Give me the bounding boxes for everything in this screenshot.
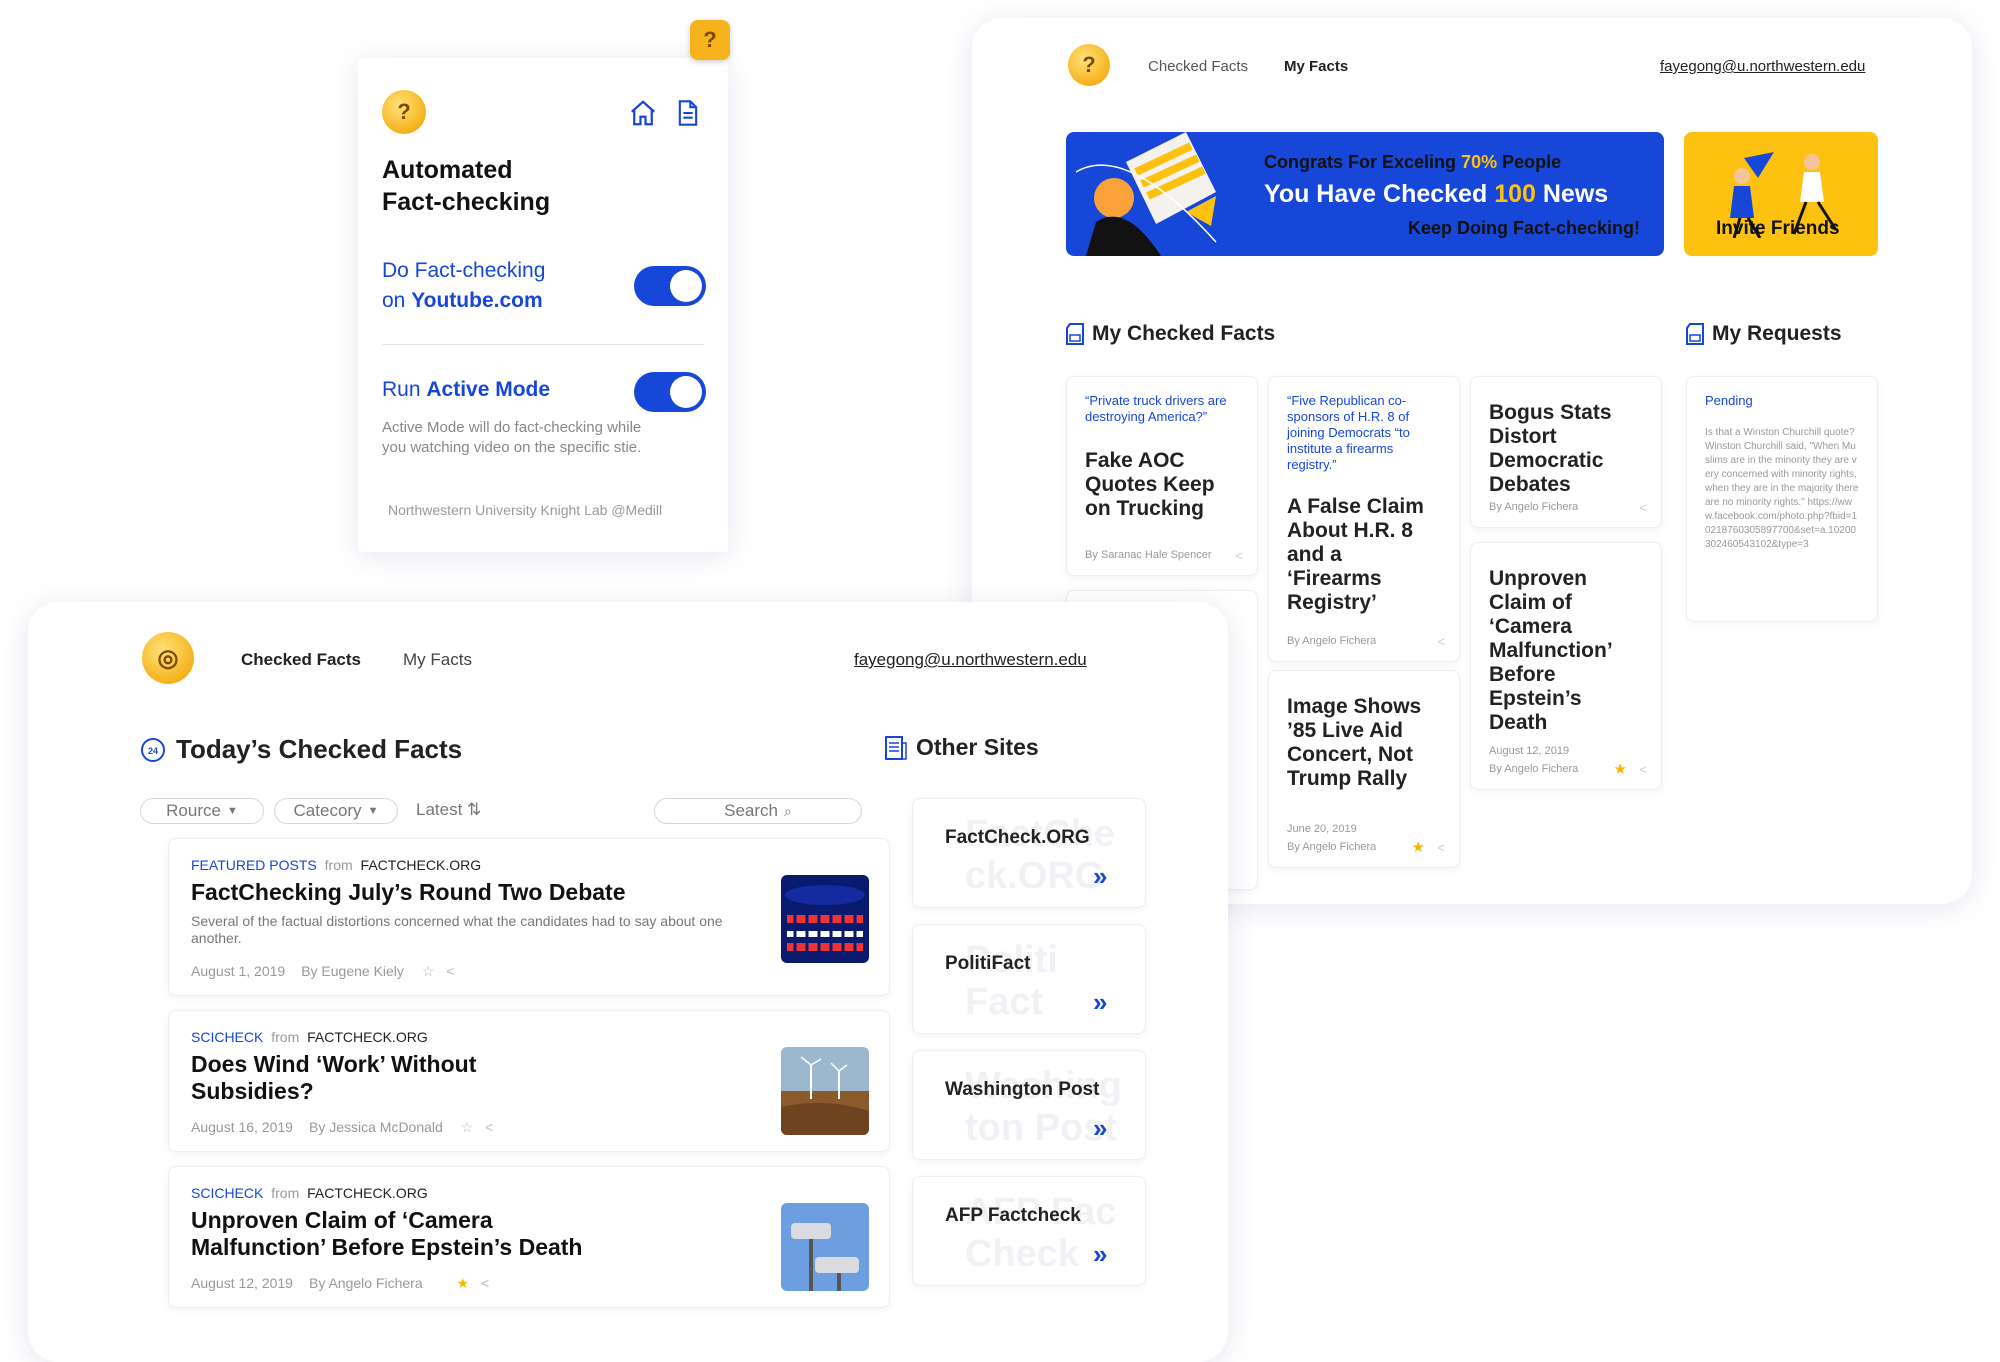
24-hour-icon: 24 [141,737,165,762]
sort-icon: ⇅ [467,800,482,819]
latest-sort-button[interactable]: Latest ⇅ [416,800,481,820]
active-mode-description: Active Mode will do fact-checking while … [382,419,642,456]
post-tag: SCICHECK [191,1185,264,1201]
popup-footer: Northwestern University Knight Lab @Medi… [388,502,663,518]
document-icon[interactable] [674,98,702,128]
post-source: FACTCHECK.ORG [307,1029,428,1045]
share-icon[interactable]: < [485,1119,493,1135]
star-filled-icon[interactable]: ★ [1412,838,1425,856]
achievement-banner: Congrats For Exceling 70% People You Hav… [1066,132,1664,256]
double-chevron-right-icon: » [1093,1113,1108,1143]
extension-badge-icon[interactable]: ? [690,20,730,60]
site-card-washington-post[interactable]: Washing ton Post Washington Post » [912,1050,1146,1160]
share-icon[interactable]: < [1639,762,1647,777]
debate-stage-thumbnail [781,875,869,963]
sd-card-icon [1686,323,1704,345]
banner-line2: You Have Checked 100 News [1264,180,1609,208]
active-mode-label: Run Active Mode [382,378,551,401]
youtube-site-label: Youtube.com [411,289,543,312]
extension-popup: ? Automated Fact-checking Do Fact-checki… [358,58,728,552]
source-filter-dropdown[interactable]: Rource ▼ [140,798,264,824]
nav-my-facts[interactable]: My Facts [403,650,472,670]
thinking-emoji-icon: ? [382,90,426,134]
star-filled-icon[interactable]: ★ [1614,760,1627,778]
banner-line3: Keep Doing Fact-checking! [1407,218,1640,238]
share-icon[interactable]: < [1437,840,1445,855]
user-email-link[interactable]: fayegong@u.northwestern.edu [854,650,1087,670]
user-email-link[interactable]: fayegong@u.northwestern.edu [1660,58,1865,75]
request-status: Pending [1705,393,1753,408]
divider [382,344,704,345]
request-text: Is that a Winston Churchill quote? Winst… [1705,427,1859,550]
nav-checked-facts[interactable]: Checked Facts [241,650,361,670]
invite-friends-button[interactable]: Invite Friends [1684,132,1878,256]
news-item[interactable]: SCICHECK from FACTCHECK.ORG Unproven Cla… [168,1166,890,1308]
news-item[interactable]: FEATURED POSTS from FACTCHECK.ORG FactCh… [168,838,890,996]
site-card-factcheck[interactable]: FactChe ck.ORG FactCheck.ORG » [912,798,1146,908]
share-icon[interactable]: < [1437,634,1445,649]
sd-card-icon [1066,323,1084,345]
share-icon[interactable]: < [1639,500,1647,515]
post-tag: FEATURED POSTS [191,857,317,873]
youtube-toggle[interactable] [634,266,706,306]
wind-turbines-thumbnail [781,1047,869,1135]
request-card[interactable]: Pending Is that a Winston Churchill quot… [1686,376,1878,622]
svg-text:24: 24 [148,746,158,756]
home-icon[interactable] [628,98,658,128]
nav-checked-facts[interactable]: Checked Facts [1148,58,1248,75]
nav-my-facts[interactable]: My Facts [1284,58,1348,75]
double-chevron-right-icon: » [1093,987,1108,1017]
double-chevron-right-icon: » [1093,861,1108,891]
caret-down-icon: ▼ [226,805,238,817]
star-filled-icon[interactable]: ★ [457,1275,470,1291]
checked-fact-card[interactable]: “Private truck drivers are destroying Am… [1066,376,1258,576]
youtube-option-label: Do Fact-checking on Youtube.com [382,259,546,312]
caret-down-icon: ▼ [367,805,379,817]
share-icon[interactable]: < [481,1275,489,1291]
invite-friends-label: Invite Friends [1716,218,1840,239]
security-camera-thumbnail [781,1203,869,1291]
search-input[interactable]: Search ⌕ [654,798,862,824]
monocle-emoji-logo-icon: ◎ [142,632,194,684]
thinking-emoji-logo-icon: ? [1068,44,1110,86]
news-title: FactChecking July’s Round Two Debate [191,879,626,905]
news-title: Unproven Claim of ‘Camera Malfunction’ B… [191,1207,583,1260]
news-description: Several of the factual distortions conce… [191,913,723,946]
star-outline-icon[interactable]: ☆ [422,963,435,979]
double-chevron-right-icon: » [1093,1239,1108,1269]
popup-title: Automated Fact-checking [382,156,551,216]
other-sites-heading: Other Sites [884,734,1039,761]
category-filter-dropdown[interactable]: Catecory ▼ [274,798,398,824]
checked-fact-card[interactable]: Image Shows ’85 Live Aid Concert, Not Tr… [1268,670,1460,868]
my-requests-heading: My Requests [1686,322,1842,346]
checked-fact-card[interactable]: Unproven Claim of ‘Camera Malfunction’ B… [1470,542,1662,790]
news-item[interactable]: SCICHECK from FACTCHECK.ORG Does Wind ‘W… [168,1010,890,1152]
share-icon[interactable]: < [446,963,454,979]
checked-fact-card[interactable]: “Five Republican co-sponsors of H.R. 8 o… [1268,376,1460,662]
active-mode-toggle[interactable] [634,372,706,412]
post-tag: SCICHECK [191,1029,264,1045]
banner-line1: Congrats For Exceling 70% People [1264,152,1562,172]
newspaper-icon [885,735,907,760]
banner-illustration-icon [1075,132,1217,256]
checked-facts-page: ◎ Checked Facts My Facts fayegong@u.nort… [28,602,1228,1362]
site-card-afp-factcheck[interactable]: AFP Fac Check AFP Factcheck » [912,1176,1146,1286]
checked-fact-card[interactable]: Bogus Stats Distort Democratic Debates B… [1470,376,1662,528]
site-card-politifact[interactable]: Politi Fact PolitiFact » [912,924,1146,1034]
star-outline-icon[interactable]: ☆ [461,1119,474,1135]
share-icon[interactable]: < [1235,548,1243,563]
post-source: FACTCHECK.ORG [360,857,482,873]
my-checked-facts-heading: My Checked Facts [1066,322,1275,346]
news-title: Does Wind ‘Work’ Without Subsidies? [191,1051,477,1104]
search-icon: ⌕ [784,802,792,819]
post-source: FACTCHECK.ORG [307,1185,428,1201]
todays-checked-facts-heading: 24 Today’s Checked Facts [140,734,462,765]
